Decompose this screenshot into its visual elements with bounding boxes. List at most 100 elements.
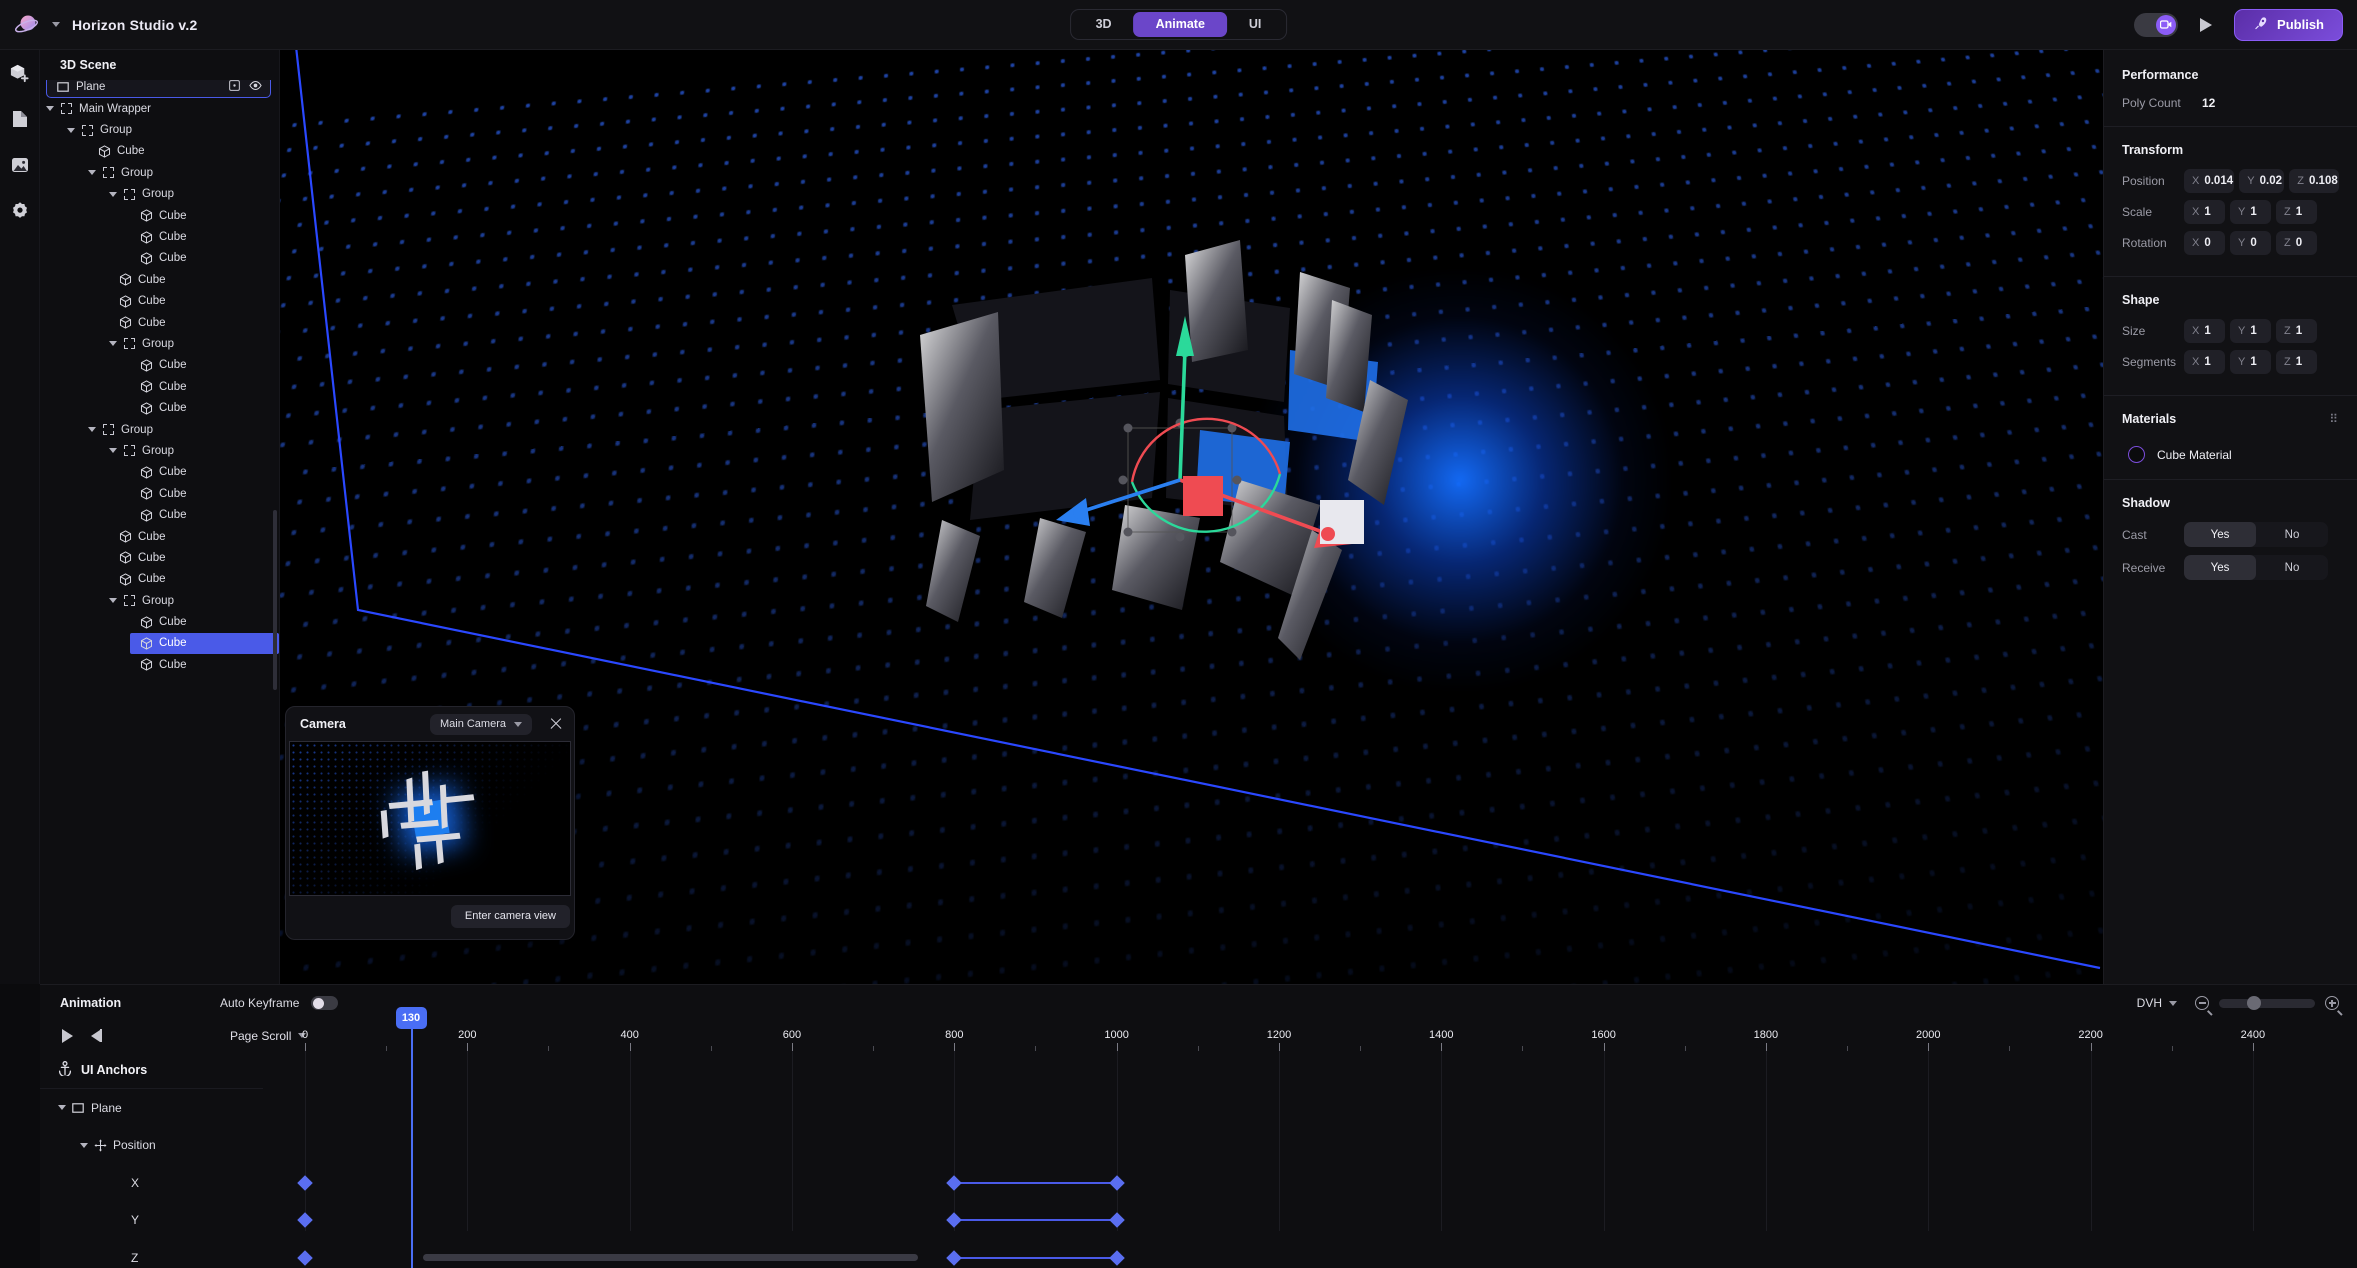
close-icon[interactable] (548, 716, 564, 732)
scene-tree-list[interactable]: Plane Main Wrapper Group Cube Group Group Cube… (40, 80, 279, 984)
scene-tree-item[interactable]: Cube (109, 269, 279, 290)
preview-play-button[interactable] (2200, 18, 2212, 32)
tree-twisty-icon[interactable] (88, 170, 96, 175)
property-field-z[interactable]: Z 0.108 (2289, 169, 2339, 193)
property-field-y[interactable]: Y1 (2230, 350, 2271, 374)
zoom-out-icon[interactable] (2195, 996, 2209, 1010)
scene-tree-item[interactable]: Group (109, 184, 279, 205)
animation-track-label-row[interactable]: Plane (40, 1089, 263, 1127)
tree-twisty-icon[interactable] (109, 448, 117, 453)
scene-tree-item[interactable]: Group (109, 440, 279, 461)
scene-tree-item[interactable]: Cube (130, 248, 279, 269)
property-field-y[interactable]: Y1 (2230, 200, 2271, 224)
tree-twisty-icon[interactable] (88, 427, 96, 432)
scene-tree-item[interactable]: Cube (109, 526, 279, 547)
frame-icon[interactable] (229, 80, 240, 94)
animation-keyframe-track[interactable] (263, 1127, 2357, 1165)
auto-keyframe-toggle[interactable] (311, 996, 338, 1010)
property-field-y[interactable]: Y1 (2230, 319, 2271, 343)
keyframe-diamond[interactable] (1109, 1212, 1125, 1228)
scene-tree-item[interactable]: Group (88, 162, 279, 183)
camera-preview[interactable] (289, 741, 571, 896)
track-twisty-icon[interactable] (80, 1143, 88, 1148)
keyframe-diamond[interactable] (1109, 1250, 1125, 1266)
shadow-no-button[interactable]: No (2256, 555, 2328, 580)
play-icon[interactable] (62, 1029, 73, 1043)
keyframe-diamond[interactable] (947, 1175, 963, 1191)
scene-tree-item[interactable]: Group (88, 419, 279, 440)
animation-keyframe-track[interactable] (263, 1164, 2357, 1202)
timeline-zoom-slider[interactable] (2219, 999, 2315, 1008)
skip-to-start-icon[interactable] (91, 1029, 102, 1042)
gear-icon[interactable] (7, 198, 33, 224)
tab-3d[interactable]: 3D (1074, 12, 1134, 37)
units-select[interactable]: DVH (2137, 996, 2177, 1010)
keyframe-diamond[interactable] (1109, 1175, 1125, 1191)
image-icon[interactable] (7, 152, 33, 178)
scene-tree-item[interactable]: Group (109, 590, 279, 611)
property-field-y[interactable]: Y0 (2230, 231, 2271, 255)
scene-tree-item[interactable]: Cube (109, 547, 279, 568)
animation-keyframe-track[interactable] (263, 1089, 2357, 1127)
chevron-down-icon[interactable] (52, 22, 60, 27)
scene-tree-item-plane[interactable]: Plane (46, 80, 271, 98)
animation-track-label-row[interactable]: Z (40, 1239, 263, 1268)
scene-tree-item[interactable]: Cube (130, 654, 279, 675)
ui-anchors-header[interactable]: UI Anchors (40, 1051, 263, 1089)
animation-track-label-row[interactable]: Position (40, 1127, 263, 1165)
scene-tree-item[interactable]: Cube (130, 205, 279, 226)
enter-camera-view-button[interactable]: Enter camera view (451, 905, 570, 928)
document-icon[interactable] (7, 106, 33, 132)
animation-track-label-row[interactable]: X (40, 1164, 263, 1202)
add-cube-icon[interactable] (7, 60, 33, 86)
scene-tree-item[interactable]: Main Wrapper (46, 98, 279, 119)
property-field-y[interactable]: Y 0.02 (2239, 169, 2284, 193)
scene-tree-item[interactable]: Cube (88, 141, 279, 162)
scene-tree-item[interactable]: Cube (130, 611, 279, 632)
scene-tree-item[interactable]: Cube (109, 291, 279, 312)
timeline-horizontal-scrollbar[interactable] (423, 1254, 918, 1261)
keyframe-diamond[interactable] (947, 1212, 963, 1228)
brand[interactable]: Horizon Studio v.2 (0, 12, 197, 38)
scene-tree-item[interactable]: Cube (130, 376, 279, 397)
tree-twisty-icon[interactable] (67, 128, 75, 133)
property-field-x[interactable]: X 0.014 (2184, 169, 2234, 193)
keyframe-diamond[interactable] (297, 1250, 313, 1266)
scene-tree-scrollbar[interactable] (273, 510, 277, 690)
playhead[interactable]: 130 (411, 1021, 413, 1268)
animation-keyframe-track[interactable] (263, 1202, 2357, 1240)
scene-tree-item[interactable]: Cube (130, 633, 279, 654)
property-field-x[interactable]: X1 (2184, 200, 2225, 224)
scene-tree-item[interactable]: Cube (109, 569, 279, 590)
keyframe-area[interactable] (263, 1089, 2357, 1268)
property-field-x[interactable]: X0 (2184, 231, 2225, 255)
keyframe-diamond[interactable] (947, 1250, 963, 1266)
tab-animate[interactable]: Animate (1134, 12, 1227, 37)
material-item[interactable]: Cube Material (2122, 446, 2339, 463)
scene-tree-item[interactable]: Cube (130, 226, 279, 247)
scene-tree-item[interactable]: Cube (130, 504, 279, 525)
shadow-no-button[interactable]: No (2256, 522, 2328, 547)
scene-tree-item[interactable]: Cube (130, 462, 279, 483)
shadow-yes-button[interactable]: Yes (2184, 555, 2256, 580)
scene-tree-item[interactable]: Group (109, 333, 279, 354)
visibility-eye-icon[interactable] (249, 80, 262, 94)
zoom-in-icon[interactable] (2325, 996, 2339, 1010)
keyframe-diamond[interactable] (297, 1212, 313, 1228)
tree-twisty-icon[interactable] (109, 598, 117, 603)
property-field-z[interactable]: Z1 (2276, 200, 2317, 224)
tree-twisty-icon[interactable] (46, 106, 54, 111)
scene-tree-item[interactable]: Cube (130, 483, 279, 504)
publish-button[interactable]: Publish (2234, 9, 2343, 41)
scene-tree-item[interactable]: Cube (130, 355, 279, 376)
property-field-x[interactable]: X1 (2184, 350, 2225, 374)
tree-twisty-icon[interactable] (109, 341, 117, 346)
track-twisty-icon[interactable] (58, 1105, 66, 1110)
drag-handle-icon[interactable]: ⠿ (2329, 412, 2339, 426)
property-field-z[interactable]: Z1 (2276, 319, 2317, 343)
animation-track-label-row[interactable]: Y (40, 1202, 263, 1240)
property-field-z[interactable]: Z1 (2276, 350, 2317, 374)
scene-tree-item[interactable]: Cube (109, 312, 279, 333)
shadow-yes-button[interactable]: Yes (2184, 522, 2256, 547)
scene-tree-item[interactable]: Cube (130, 397, 279, 418)
